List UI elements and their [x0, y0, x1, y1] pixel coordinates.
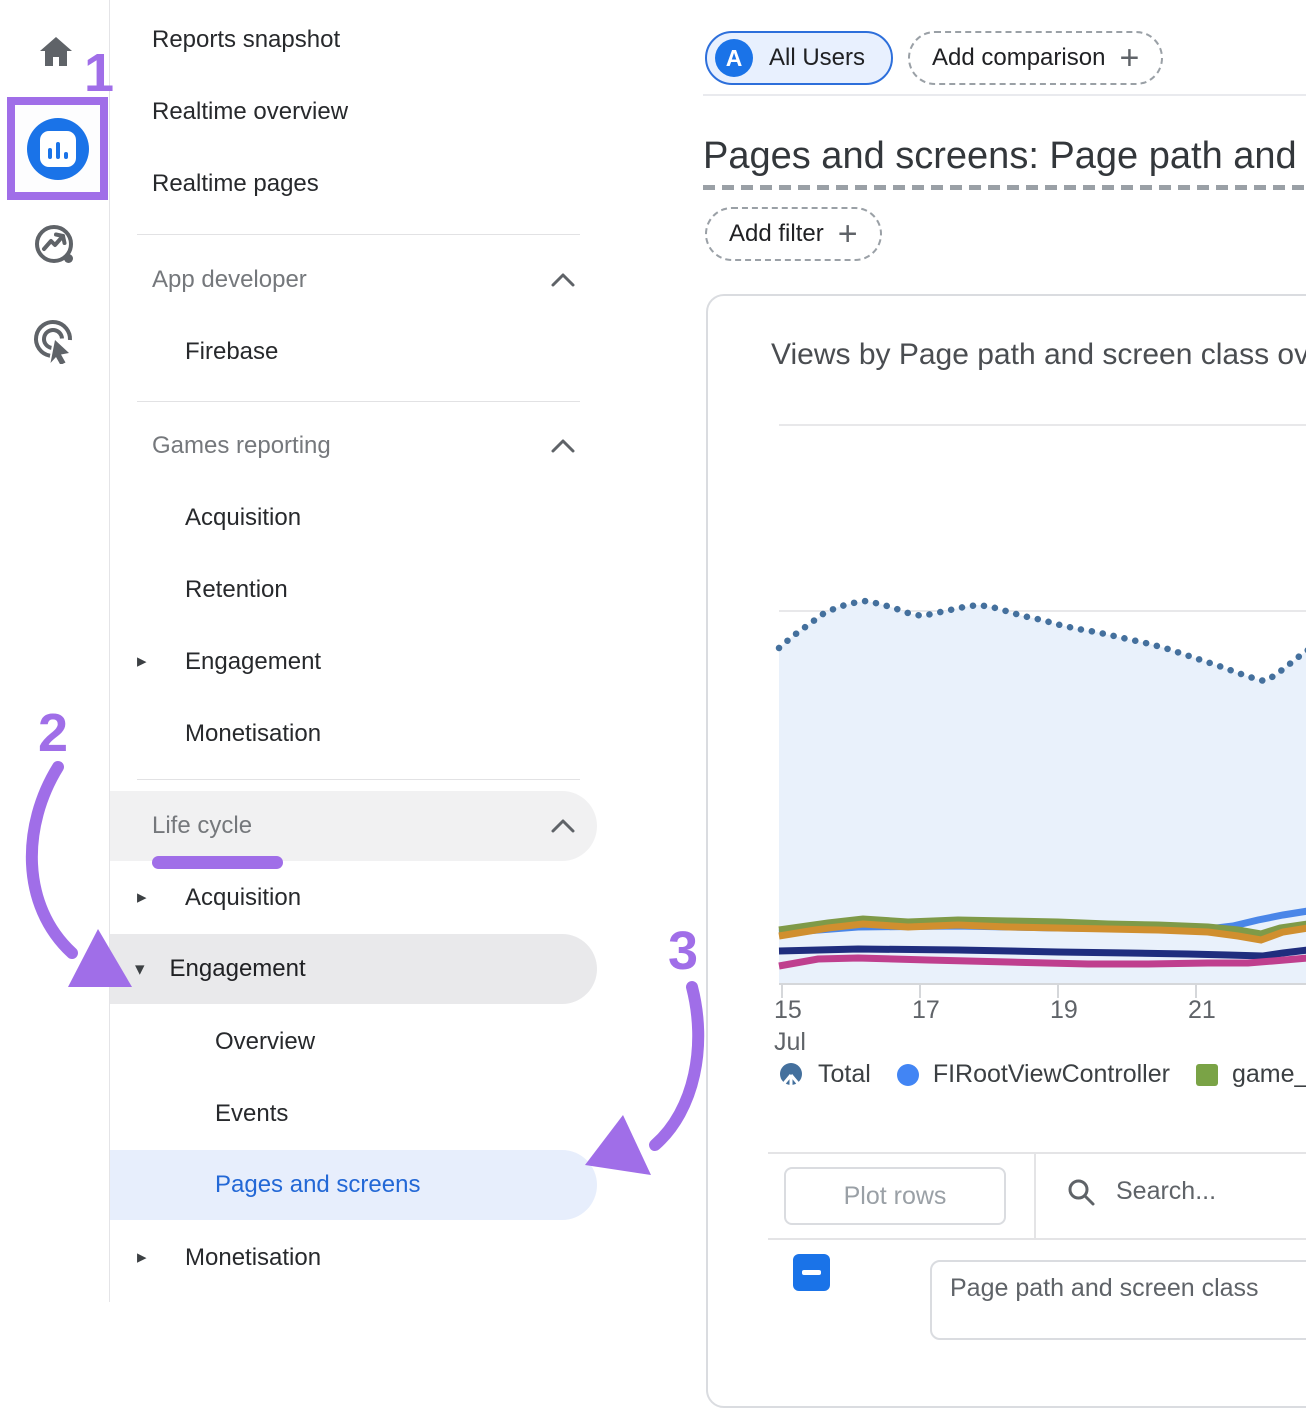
svg-text:Jul: Jul: [774, 1028, 806, 1056]
svg-text:15: 15: [774, 996, 802, 1024]
sidebar-item-games-monetisation[interactable]: Monetisation: [185, 716, 321, 752]
section-header-label: Life cycle: [152, 812, 252, 840]
chart-legend: Total FIRootViewController game_board: [778, 1060, 1306, 1089]
sidebar-item-label: Engagement: [185, 648, 321, 676]
sidebar-item-label: Firebase: [185, 338, 278, 366]
all-users-label: All Users: [769, 44, 865, 72]
dimension-header-dropdown[interactable]: Page path and screen class: [930, 1260, 1306, 1340]
search-input[interactable]: [1114, 1176, 1298, 1207]
add-filter-label: Add filter: [729, 220, 824, 248]
add-comparison-button[interactable]: Add comparison +: [908, 31, 1163, 85]
toolbar-vertical-divider: [1034, 1152, 1036, 1238]
legend-label: Total: [818, 1060, 871, 1089]
sidebar-item-label: Acquisition: [185, 884, 301, 912]
bar-chart-icon: [40, 131, 76, 167]
step-1-badge: 1: [84, 46, 114, 100]
explore-icon[interactable]: [32, 222, 78, 268]
svg-text:17: 17: [912, 996, 940, 1024]
sidebar-item-label: Overview: [215, 1028, 315, 1056]
sidebar-item-lifecycle-engagement[interactable]: ▾ Engagement: [110, 934, 597, 1004]
home-icon[interactable]: [34, 30, 78, 74]
caret-down-icon: ▾: [135, 960, 145, 979]
plot-rows-label: Plot rows: [844, 1182, 947, 1211]
svg-text:19: 19: [1050, 996, 1078, 1024]
section-header-games-reporting[interactable]: Games reporting: [152, 428, 331, 464]
sidebar-item-realtime-pages[interactable]: Realtime pages: [152, 166, 319, 202]
legend-item-firootviewcontroller[interactable]: FIRootViewController: [897, 1060, 1170, 1089]
step2-purple-underline: [152, 856, 283, 869]
sidebar-divider: [137, 234, 580, 235]
sidebar-item-realtime-overview[interactable]: Realtime overview: [152, 94, 348, 130]
section-header-label: App developer: [152, 266, 307, 294]
reports-nav-icon[interactable]: [27, 118, 89, 180]
add-filter-button[interactable]: Add filter +: [705, 207, 882, 261]
sidebar-item-label: Events: [215, 1100, 288, 1128]
sidebar-divider: [137, 401, 580, 402]
chevron-up-icon[interactable]: [550, 272, 576, 293]
sidebar-item-label: Realtime overview: [152, 98, 348, 126]
sidebar-item-label: Monetisation: [185, 1244, 321, 1272]
green-square-icon: [1196, 1064, 1218, 1086]
select-all-checkbox-indeterminate[interactable]: [793, 1254, 830, 1291]
total-series-icon: [778, 1062, 804, 1088]
sidebar-item-engagement-events[interactable]: Events: [215, 1096, 288, 1132]
sidebar-item-label: Realtime pages: [152, 170, 319, 198]
svg-text:21: 21: [1188, 996, 1216, 1024]
title-dashed-underline: [703, 185, 1306, 190]
sidebar-item-engagement-overview[interactable]: Overview: [215, 1024, 315, 1060]
sidebar-item-label: Retention: [185, 576, 288, 604]
legend-label: game_board: [1232, 1060, 1306, 1089]
sidebar-item-games-acquisition[interactable]: Acquisition: [185, 500, 301, 536]
sidebar-item-label: Acquisition: [185, 504, 301, 532]
advertising-icon[interactable]: [32, 318, 78, 364]
views-chart-svg[interactable]: 15 Jul 17 19 21: [708, 417, 1306, 1062]
table-top-divider: [768, 1238, 1306, 1240]
section-header-life-cycle[interactable]: Life cycle: [110, 791, 597, 861]
caret-right-icon[interactable]: ▸: [137, 652, 147, 671]
sidebar-item-label: Reports snapshot: [152, 26, 340, 54]
sidebar-item-games-engagement[interactable]: Engagement: [185, 644, 321, 680]
caret-right-icon[interactable]: ▸: [137, 888, 147, 907]
nav-rail: [0, 0, 111, 1302]
toolbar-top-divider: [768, 1152, 1306, 1154]
sidebar-item-label: Monetisation: [185, 720, 321, 748]
page-title: Pages and screens: Page path and screen …: [703, 131, 1306, 181]
step-3-badge: 3: [668, 924, 698, 978]
sidebar-divider: [137, 779, 580, 780]
sidebar-item-games-retention[interactable]: Retention: [185, 572, 288, 608]
sidebar-item-reports-snapshot[interactable]: Reports snapshot: [152, 22, 340, 58]
all-users-segment-chip[interactable]: A All Users: [705, 31, 893, 85]
header-divider: [703, 94, 1306, 96]
section-header-app-developer[interactable]: App developer: [152, 262, 307, 298]
sidebar-item-label: Pages and screens: [215, 1171, 420, 1199]
sidebar-item-lifecycle-monetisation[interactable]: Monetisation: [185, 1240, 321, 1276]
sidebar-item-lifecycle-acquisition[interactable]: Acquisition: [185, 880, 301, 916]
section-header-label: Games reporting: [152, 432, 331, 460]
report-card: Views by Page path and screen class over…: [706, 294, 1306, 1408]
step-2-badge: 2: [38, 706, 68, 760]
sidebar-item-pages-and-screens[interactable]: Pages and screens: [110, 1150, 597, 1220]
chevron-up-icon[interactable]: [550, 818, 576, 839]
step1-highlight-box: [7, 97, 108, 200]
chart-title: Views by Page path and screen class over…: [771, 338, 1306, 372]
sidebar-item-label: Engagement: [170, 955, 306, 983]
minus-icon: [802, 1270, 821, 1275]
blue-dot-icon: [897, 1064, 919, 1086]
legend-label: FIRootViewController: [933, 1060, 1170, 1089]
legend-item-game-board[interactable]: game_board: [1196, 1060, 1306, 1089]
caret-right-icon[interactable]: ▸: [137, 1248, 147, 1267]
dimension-header-label: Page path and screen class: [950, 1274, 1259, 1303]
chevron-up-icon[interactable]: [550, 438, 576, 459]
plot-rows-button[interactable]: Plot rows: [784, 1167, 1006, 1225]
legend-item-total[interactable]: Total: [778, 1060, 871, 1089]
reports-sidebar: Reports snapshot Realtime overview Realt…: [110, 0, 703, 1302]
avatar: A: [715, 39, 753, 77]
add-comparison-label: Add comparison: [932, 44, 1105, 72]
sidebar-item-firebase[interactable]: Firebase: [185, 334, 278, 370]
search-icon: [1066, 1177, 1096, 1207]
